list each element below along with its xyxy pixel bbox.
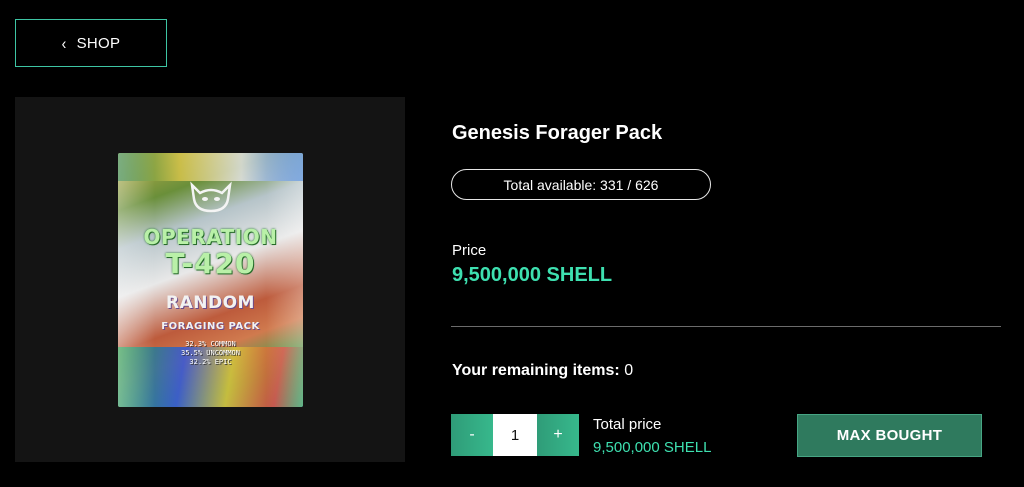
price-label: Price	[452, 242, 487, 259]
divider	[451, 326, 1001, 327]
cat-logo-icon	[190, 181, 232, 213]
product-image-panel: OPERATION T-420 RANDOM FORAGING PACK 32.…	[15, 97, 405, 462]
pack-title-line2: T-420	[165, 247, 256, 280]
pack-image: OPERATION T-420 RANDOM FORAGING PACK 32.…	[118, 153, 303, 407]
increment-button[interactable]: +	[537, 414, 579, 456]
back-to-shop-button[interactable]: ‹ SHOP	[15, 19, 167, 67]
remaining-value: 0	[624, 362, 634, 379]
odds-epic: 32.2% EPIC	[189, 358, 232, 366]
max-bought-button[interactable]: MAX BOUGHT	[797, 414, 982, 457]
back-button-label: SHOP	[76, 34, 121, 52]
pack-subtitle: RANDOM	[166, 293, 255, 313]
odds-uncommon: 35.5% UNCOMMON	[180, 349, 240, 357]
decrement-button[interactable]: -	[451, 414, 493, 456]
odds-common: 32.3% COMMON	[185, 340, 236, 348]
total-price-label: Total price	[593, 416, 662, 433]
availability-badge: Total available: 331 / 626	[451, 169, 711, 200]
remaining-items: Your remaining items: 0	[452, 362, 633, 380]
remaining-label: Your remaining items:	[452, 362, 620, 379]
chevron-left-icon: ‹	[61, 33, 67, 53]
product-title: Genesis Forager Pack	[452, 122, 663, 144]
quantity-stepper: - +	[451, 414, 579, 456]
total-price-value: 9,500,000 SHELL	[593, 439, 712, 456]
pack-caption: FORAGING PACK	[161, 321, 260, 332]
pack-odds: 32.3% COMMON 35.5% UNCOMMON 32.2% EPIC	[118, 340, 303, 367]
quantity-input[interactable]	[493, 414, 537, 456]
pack-title-line1: OPERATION	[143, 225, 278, 249]
price-value: 9,500,000 SHELL	[452, 264, 613, 286]
